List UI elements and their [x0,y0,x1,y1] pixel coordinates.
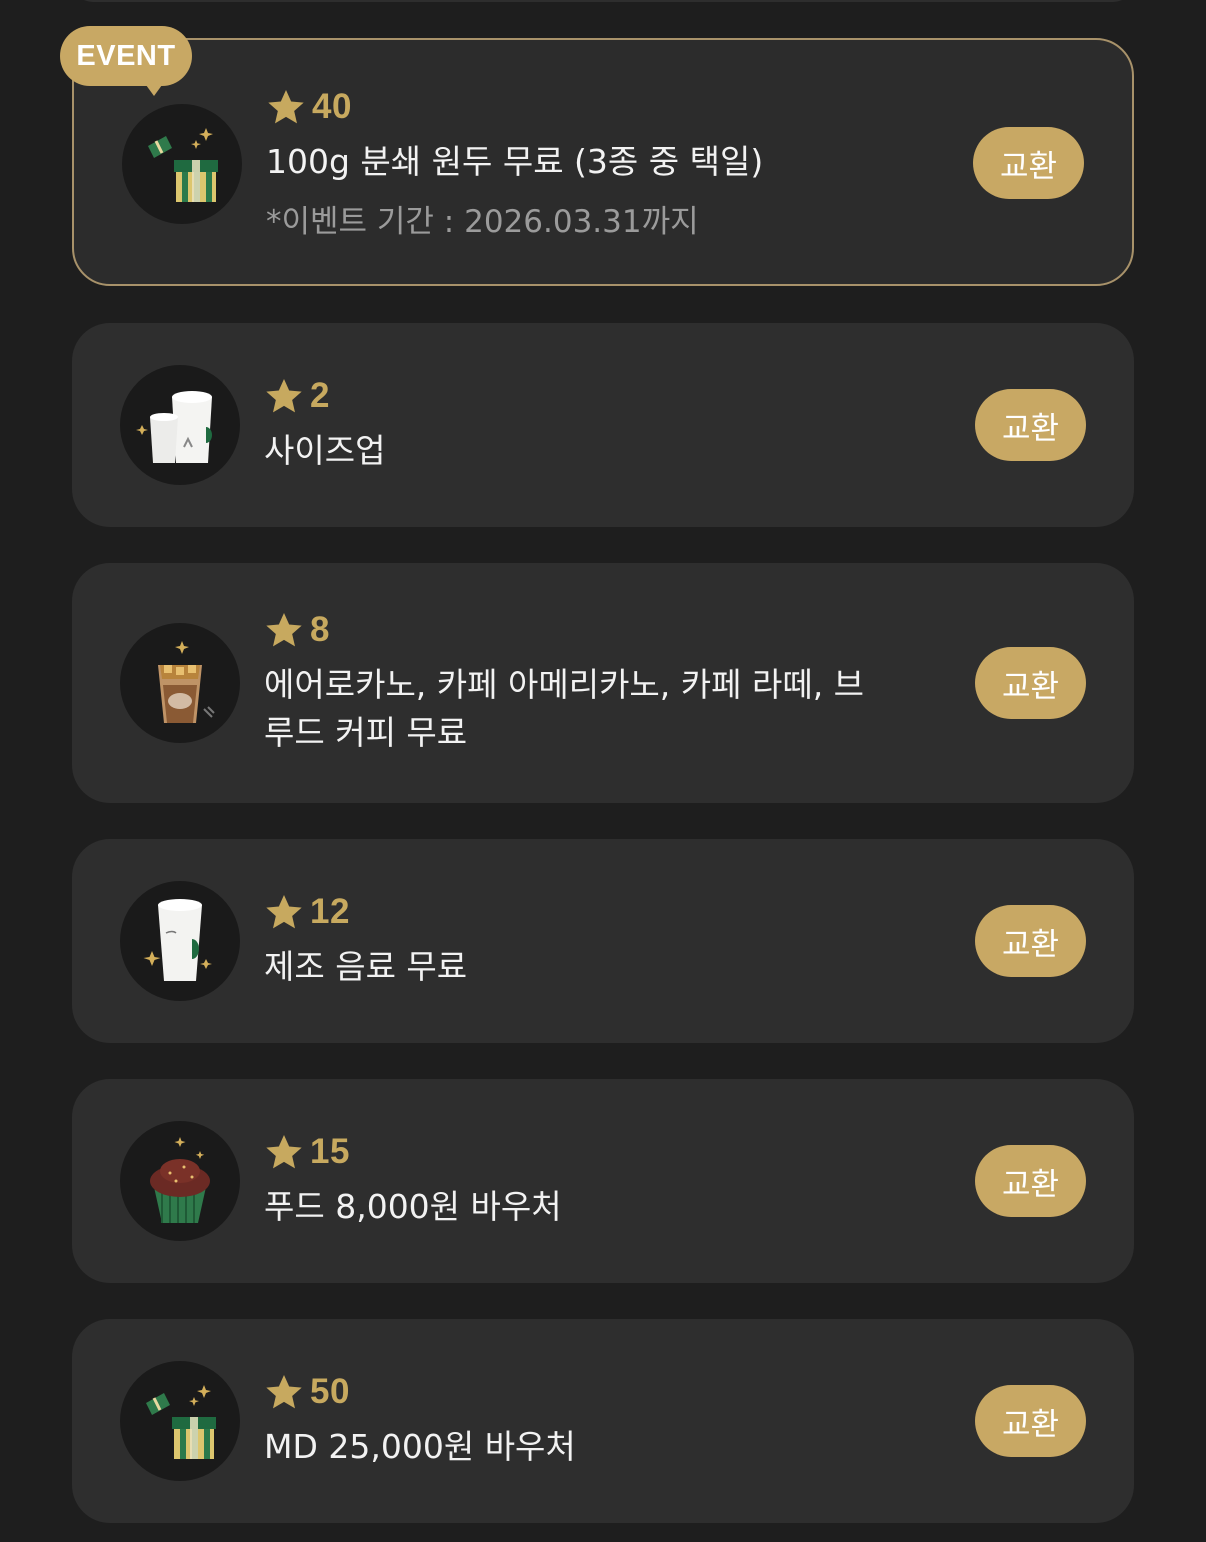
gift-box-icon [120,1361,240,1481]
star-cost: 8 [264,607,884,653]
star-icon [264,892,304,932]
star-cost: 50 [264,1369,884,1415]
reward-card-40[interactable]: 40 100g 분쇄 원두 무료 (3종 중 택일) *이벤트 기간 : 202… [72,38,1134,286]
reward-title: 사이즈업 [264,431,386,470]
gift-box-icon [122,104,242,224]
reward-card-50[interactable]: 50 MD 25,000원 바우처 교환 [72,1319,1134,1523]
reward-title-line: 루드 커피 무료 [264,713,468,752]
reward-card-2[interactable]: 2 사이즈업 교환 [72,323,1134,527]
size-up-cups-icon [120,365,240,485]
reward-card-12[interactable]: 12 제조 음료 무료 교환 [72,839,1134,1043]
reward-title: 제조 음료 무료 [264,947,468,986]
star-icon [264,1132,304,1172]
exchange-button[interactable]: 교환 [975,1385,1086,1457]
star-count: 2 [310,376,330,415]
star-count: 8 [310,610,330,649]
star-icon [266,87,306,127]
exchange-button[interactable]: 교환 [975,389,1086,461]
cupcake-icon [120,1121,240,1241]
reward-title: MD 25,000원 바우처 [264,1427,576,1466]
star-cost: 12 [264,889,884,935]
star-icon [264,610,304,650]
iced-coffee-icon [120,623,240,743]
reward-card-8[interactable]: 8 에어로카노, 카페 아메리카노, 카페 라떼, 브 루드 커피 무료 교환 [72,563,1134,803]
star-count: 40 [312,87,352,126]
star-icon [264,1372,304,1412]
star-cost: 2 [264,373,884,419]
reward-title: 푸드 8,000원 바우처 [264,1187,562,1226]
star-count: 50 [310,1372,350,1411]
exchange-button[interactable]: 교환 [975,1145,1086,1217]
reward-title-line: 에어로카노, 카페 아메리카노, 카페 라떼, 브 [264,665,865,704]
reward-card-15[interactable]: 15 푸드 8,000원 바우처 교환 [72,1079,1134,1283]
reward-title: 에어로카노, 카페 아메리카노, 카페 라떼, 브 루드 커피 무료 [264,661,884,757]
star-cost: 40 [266,84,882,130]
exchange-button[interactable]: 교환 [975,647,1086,719]
reward-title: 100g 분쇄 원두 무료 (3종 중 택일) [266,142,764,181]
previous-card-edge [72,0,1134,2]
exchange-button[interactable]: 교환 [975,905,1086,977]
drink-cup-icon [120,881,240,1001]
event-period: *이벤트 기간 : 2026.03.31까지 [266,204,699,240]
star-count: 12 [310,892,350,931]
star-cost: 15 [264,1129,884,1175]
event-badge: EVENT [60,26,192,96]
star-icon [264,376,304,416]
exchange-button[interactable]: 교환 [973,127,1084,199]
star-count: 15 [310,1132,350,1171]
